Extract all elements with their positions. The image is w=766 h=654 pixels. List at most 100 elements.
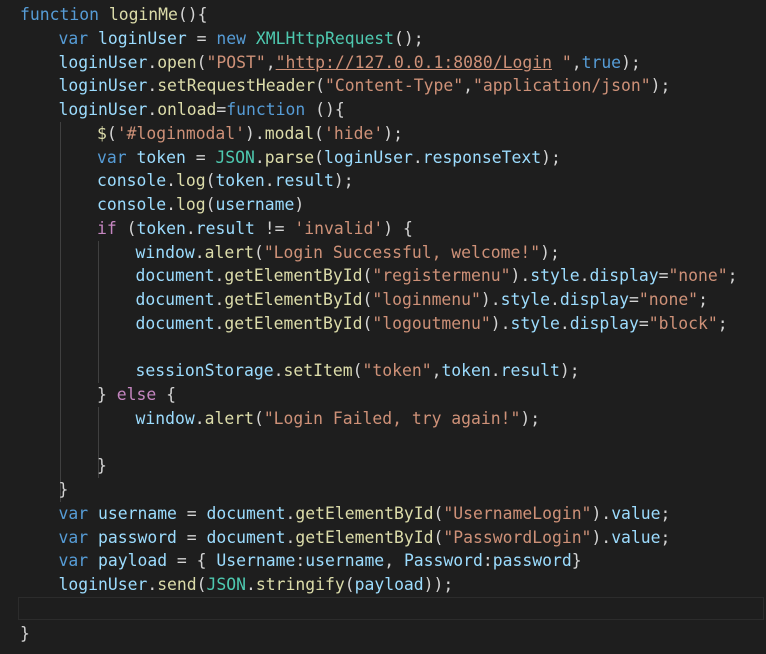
code-line[interactable]: } else { (0, 383, 766, 407)
code-token: document (135, 290, 215, 309)
code-line[interactable] (0, 597, 766, 621)
code-line[interactable]: loginUser.setRequestHeader("Content-Type… (0, 74, 766, 98)
code-line-content: sessionStorage.setItem("token",token.res… (136, 359, 580, 383)
code-token: username (215, 195, 295, 214)
code-line[interactable]: console.log(username) (0, 193, 766, 217)
code-token: new (216, 28, 247, 48)
code-line[interactable]: if (token.result != 'invalid') { (0, 216, 766, 241)
code-line[interactable] (0, 335, 766, 360)
code-token: ); (540, 242, 560, 262)
code-token: loginUser (58, 76, 148, 96)
code-token: parse (264, 147, 315, 167)
code-token: getElementById (295, 527, 434, 547)
code-token: ( (352, 361, 363, 381)
code-line[interactable]: var username = document.getElementById("… (0, 502, 766, 526)
indent-guide (59, 264, 61, 288)
code-line[interactable]: function loginMe(){ (0, 3, 766, 27)
code-token: . (254, 147, 265, 167)
code-token: . (412, 147, 423, 167)
indent-guide (98, 359, 99, 383)
code-line[interactable]: document.getElementById("registermenu").… (0, 264, 766, 288)
code-line[interactable]: var password = document.getElementById("… (0, 526, 766, 550)
code-line[interactable]: } (0, 454, 766, 478)
code-token: (); (394, 28, 424, 48)
code-token: document (206, 527, 286, 547)
code-token: style (510, 313, 560, 333)
code-line-content: function loginMe(){ (20, 3, 208, 27)
code-token: ( (205, 171, 216, 191)
code-token: ). (591, 503, 612, 523)
code-line[interactable] (0, 430, 766, 455)
code-token: = (638, 313, 649, 333)
code-line[interactable]: loginUser.onload=function (){ (0, 98, 766, 122)
code-token: = (176, 527, 207, 547)
code-token: loginUser (58, 100, 148, 119)
code-token: open (157, 52, 197, 72)
code-token: ; (727, 266, 738, 286)
code-line[interactable]: var loginUser = new XMLHttpRequest(); (0, 27, 766, 51)
code-token: "Login Failed, try again!" (263, 408, 521, 428)
indent-guide (59, 311, 61, 336)
code-line-content: window.alert("Login Successful, welcome!… (136, 241, 560, 265)
indent-guide (59, 383, 61, 407)
code-token: = (216, 100, 227, 119)
code-line-content: } else { (97, 383, 176, 407)
code-line[interactable]: document.getElementById("loginmenu").sty… (0, 288, 766, 312)
code-token: } (571, 551, 582, 571)
code-token: = (186, 28, 217, 48)
code-token: display (559, 290, 629, 309)
code-token: "Content-Type" (324, 76, 464, 96)
code-line[interactable]: window.alert("Login Successful, welcome!… (0, 240, 766, 265)
code-token: , (463, 76, 473, 96)
code-token: . (579, 266, 590, 286)
indent-guide (59, 216, 61, 241)
code-line[interactable]: $('#loginmodal').modal('hide'); (0, 121, 766, 146)
indent-guide (59, 288, 61, 312)
code-token: = (185, 147, 216, 167)
code-token: = (628, 290, 639, 309)
code-line-content: document.getElementById("loginmenu").sty… (136, 288, 708, 312)
code-line-content: window.alert("Login Failed, try again!")… (136, 407, 541, 431)
code-token: "none" (668, 266, 728, 286)
code-token: setItem (283, 361, 353, 381)
code-line[interactable]: } (0, 478, 766, 502)
indent-guide (59, 193, 61, 217)
code-line[interactable]: document.getElementById("logoutmenu").st… (0, 311, 766, 336)
code-token: Username (216, 551, 296, 571)
code-line-content: $('#loginmodal').modal('hide'); (97, 122, 403, 146)
code-token: "PasswordLogin" (443, 527, 592, 547)
code-line[interactable]: loginUser.open("POST","http://127.0.0.1:… (0, 51, 766, 75)
code-token: ( (362, 266, 373, 286)
code-token: JSON (215, 147, 255, 167)
code-line[interactable]: window.alert("Login Failed, try again!")… (0, 406, 766, 431)
code-token: ( (106, 123, 117, 143)
code-token: window (135, 242, 195, 262)
code-line[interactable]: sessionStorage.setItem("token",token.res… (0, 359, 766, 383)
code-line[interactable]: loginUser.send(JSON.stringify(payload)); (0, 573, 766, 597)
code-line[interactable]: console.log(token.result); (0, 169, 766, 193)
indent-guide (59, 335, 61, 360)
code-token: ) { (383, 218, 413, 238)
code-token: send (157, 575, 197, 594)
code-token: ); (541, 147, 561, 167)
code-line[interactable]: var token = JSON.parse(loginUser.respons… (0, 145, 766, 170)
code-token: != (254, 218, 295, 238)
indent-guide (98, 430, 99, 455)
code-token: window (135, 408, 195, 428)
code-token: ) (294, 195, 305, 214)
code-token: Password (403, 551, 483, 571)
code-token: . (147, 575, 158, 594)
code-token: ( (314, 147, 325, 167)
code-token: (){ (177, 5, 208, 24)
code-token: } (58, 480, 69, 499)
code-editor[interactable]: function loginMe(){var loginUser = new X… (0, 0, 766, 654)
code-token: getElementById (224, 266, 363, 286)
indent-guide (98, 240, 99, 265)
code-token: . (166, 171, 176, 191)
code-line[interactable]: } (0, 622, 766, 646)
code-line[interactable]: var payload = { Username:username, Passw… (0, 549, 766, 573)
code-token: ( (253, 408, 264, 428)
code-line-content: var username = document.getElementById("… (59, 502, 671, 526)
